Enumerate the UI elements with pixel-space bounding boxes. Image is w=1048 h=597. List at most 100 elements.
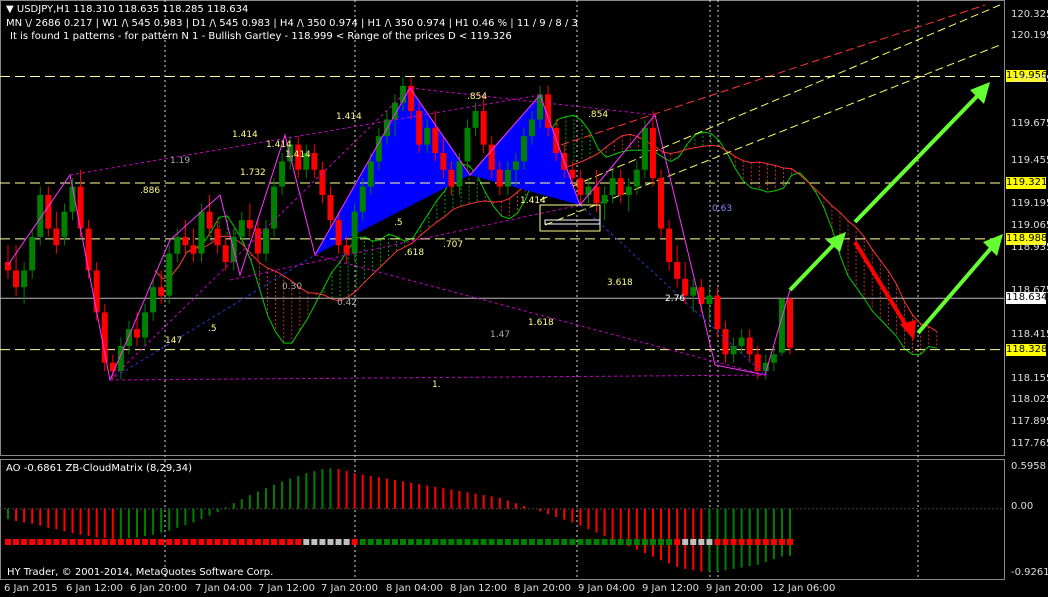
candle-body[interactable]: [770, 354, 777, 363]
candle-body[interactable]: [61, 211, 68, 237]
candle-body[interactable]: [166, 253, 173, 296]
candle-body[interactable]: [214, 228, 221, 246]
candle-body[interactable]: [21, 270, 28, 288]
cloud-matrix-cell: [53, 539, 60, 545]
candle-body[interactable]: [625, 186, 632, 195]
chart-window[interactable]: ▼ USDJPY,H1 118.310 118.635 118.285 118.…: [0, 0, 1048, 597]
cloud-matrix-cell: [61, 539, 68, 545]
price-tick-label: 118.415: [1011, 329, 1048, 341]
candle-body[interactable]: [658, 178, 665, 229]
symbol-quote: USDJPY,H1 118.310 118.635 118.285 118.63…: [16, 4, 249, 15]
candle-body[interactable]: [520, 136, 527, 162]
candle-body[interactable]: [367, 161, 374, 187]
candle-body[interactable]: [722, 329, 729, 355]
candle-body[interactable]: [29, 236, 36, 271]
candle-body[interactable]: [182, 236, 189, 246]
candle-body[interactable]: [85, 228, 92, 271]
candle-body[interactable]: [472, 111, 479, 128]
candle-body[interactable]: [254, 228, 261, 254]
candle-body[interactable]: [432, 127, 439, 153]
candle-body[interactable]: [633, 169, 640, 187]
candle-body[interactable]: [142, 312, 149, 338]
candle-body[interactable]: [529, 119, 536, 137]
candle-body[interactable]: [238, 220, 245, 237]
candle-body[interactable]: [593, 186, 600, 204]
cloud-matrix-cell: [335, 539, 342, 545]
candle-body[interactable]: [480, 111, 487, 145]
cloud-matrix-cell: [585, 539, 592, 545]
cloud-matrix-cell: [706, 539, 713, 545]
yellow-channel-line-lower[interactable]: [544, 44, 1001, 226]
price-tick-label: 117.765: [1011, 438, 1048, 450]
candle-body[interactable]: [198, 211, 205, 254]
candle-body[interactable]: [262, 228, 269, 254]
candle-body[interactable]: [77, 186, 84, 229]
cloud-matrix-cell: [166, 539, 173, 545]
candle-body[interactable]: [279, 161, 286, 187]
candle-body[interactable]: [222, 245, 229, 263]
candle-body[interactable]: [609, 178, 616, 195]
cloud-matrix-cell: [109, 539, 116, 545]
candle-body[interactable]: [746, 337, 753, 355]
cloud-matrix-cell: [391, 539, 398, 545]
candle-body[interactable]: [690, 287, 697, 296]
candle-body[interactable]: [464, 127, 471, 162]
time-tick-label: 6 Jan 12:00: [66, 583, 123, 594]
candle-body[interactable]: [343, 245, 350, 254]
fib-ratio-label: .618: [404, 248, 425, 258]
cloud-matrix-cell: [722, 539, 729, 545]
candle-body[interactable]: [93, 270, 100, 313]
candle-body[interactable]: [585, 186, 592, 195]
symbol-header[interactable]: ▼ USDJPY,H1 118.310 118.635 118.285 118.…: [6, 4, 248, 15]
candle-body[interactable]: [496, 169, 503, 187]
candle-body[interactable]: [133, 329, 140, 338]
candle-body[interactable]: [53, 228, 60, 246]
candle-body[interactable]: [416, 111, 423, 145]
price-tick-label: 119.195: [1011, 198, 1048, 210]
candle-body[interactable]: [674, 262, 681, 279]
candle-body[interactable]: [45, 194, 52, 229]
candle-body[interactable]: [311, 153, 318, 170]
candle-body[interactable]: [335, 220, 342, 246]
candle-body[interactable]: [730, 345, 737, 355]
candle-body[interactable]: [504, 169, 511, 187]
candle-body[interactable]: [206, 211, 213, 229]
candle-body[interactable]: [109, 362, 116, 372]
candle-body[interactable]: [158, 287, 165, 296]
candle-body[interactable]: [649, 127, 656, 179]
candle-body[interactable]: [440, 153, 447, 170]
candle-body[interactable]: [512, 161, 519, 170]
candle-body[interactable]: [601, 194, 608, 204]
fib-ratio-label: 1.414: [232, 130, 258, 140]
candle-body[interactable]: [359, 186, 366, 212]
candle-body[interactable]: [246, 220, 253, 229]
candle-body[interactable]: [577, 178, 584, 195]
cloud-matrix-cell: [182, 539, 189, 545]
candle-body[interactable]: [174, 236, 181, 254]
candle-body[interactable]: [448, 169, 455, 187]
price-chart[interactable]: [0, 0, 1048, 597]
candle-body[interactable]: [456, 161, 463, 187]
candle-body[interactable]: [666, 228, 673, 263]
candle-body[interactable]: [13, 270, 20, 288]
candle-body[interactable]: [190, 245, 197, 254]
candle-body[interactable]: [698, 287, 705, 304]
candle-body[interactable]: [787, 298, 793, 348]
candle-body[interactable]: [5, 262, 11, 271]
fib-ratio-label: 2.76: [665, 294, 686, 304]
candle-body[interactable]: [706, 295, 713, 304]
triangle-down-icon[interactable]: ▼: [6, 4, 14, 15]
candle-body[interactable]: [617, 178, 624, 195]
candle-body[interactable]: [351, 211, 358, 254]
cloud-matrix-cell: [279, 539, 286, 545]
candle-body[interactable]: [641, 127, 648, 170]
cloud-matrix-cell: [569, 539, 576, 545]
candle-body[interactable]: [714, 295, 721, 330]
fib-ratio-label: 0.63: [712, 204, 733, 214]
candle-body[interactable]: [424, 127, 431, 145]
candle-body[interactable]: [271, 186, 278, 229]
candle-body[interactable]: [327, 194, 334, 221]
candle-body[interactable]: [150, 287, 157, 313]
candle-body[interactable]: [738, 337, 745, 346]
fib-ratio-label: 0.42: [337, 298, 358, 308]
